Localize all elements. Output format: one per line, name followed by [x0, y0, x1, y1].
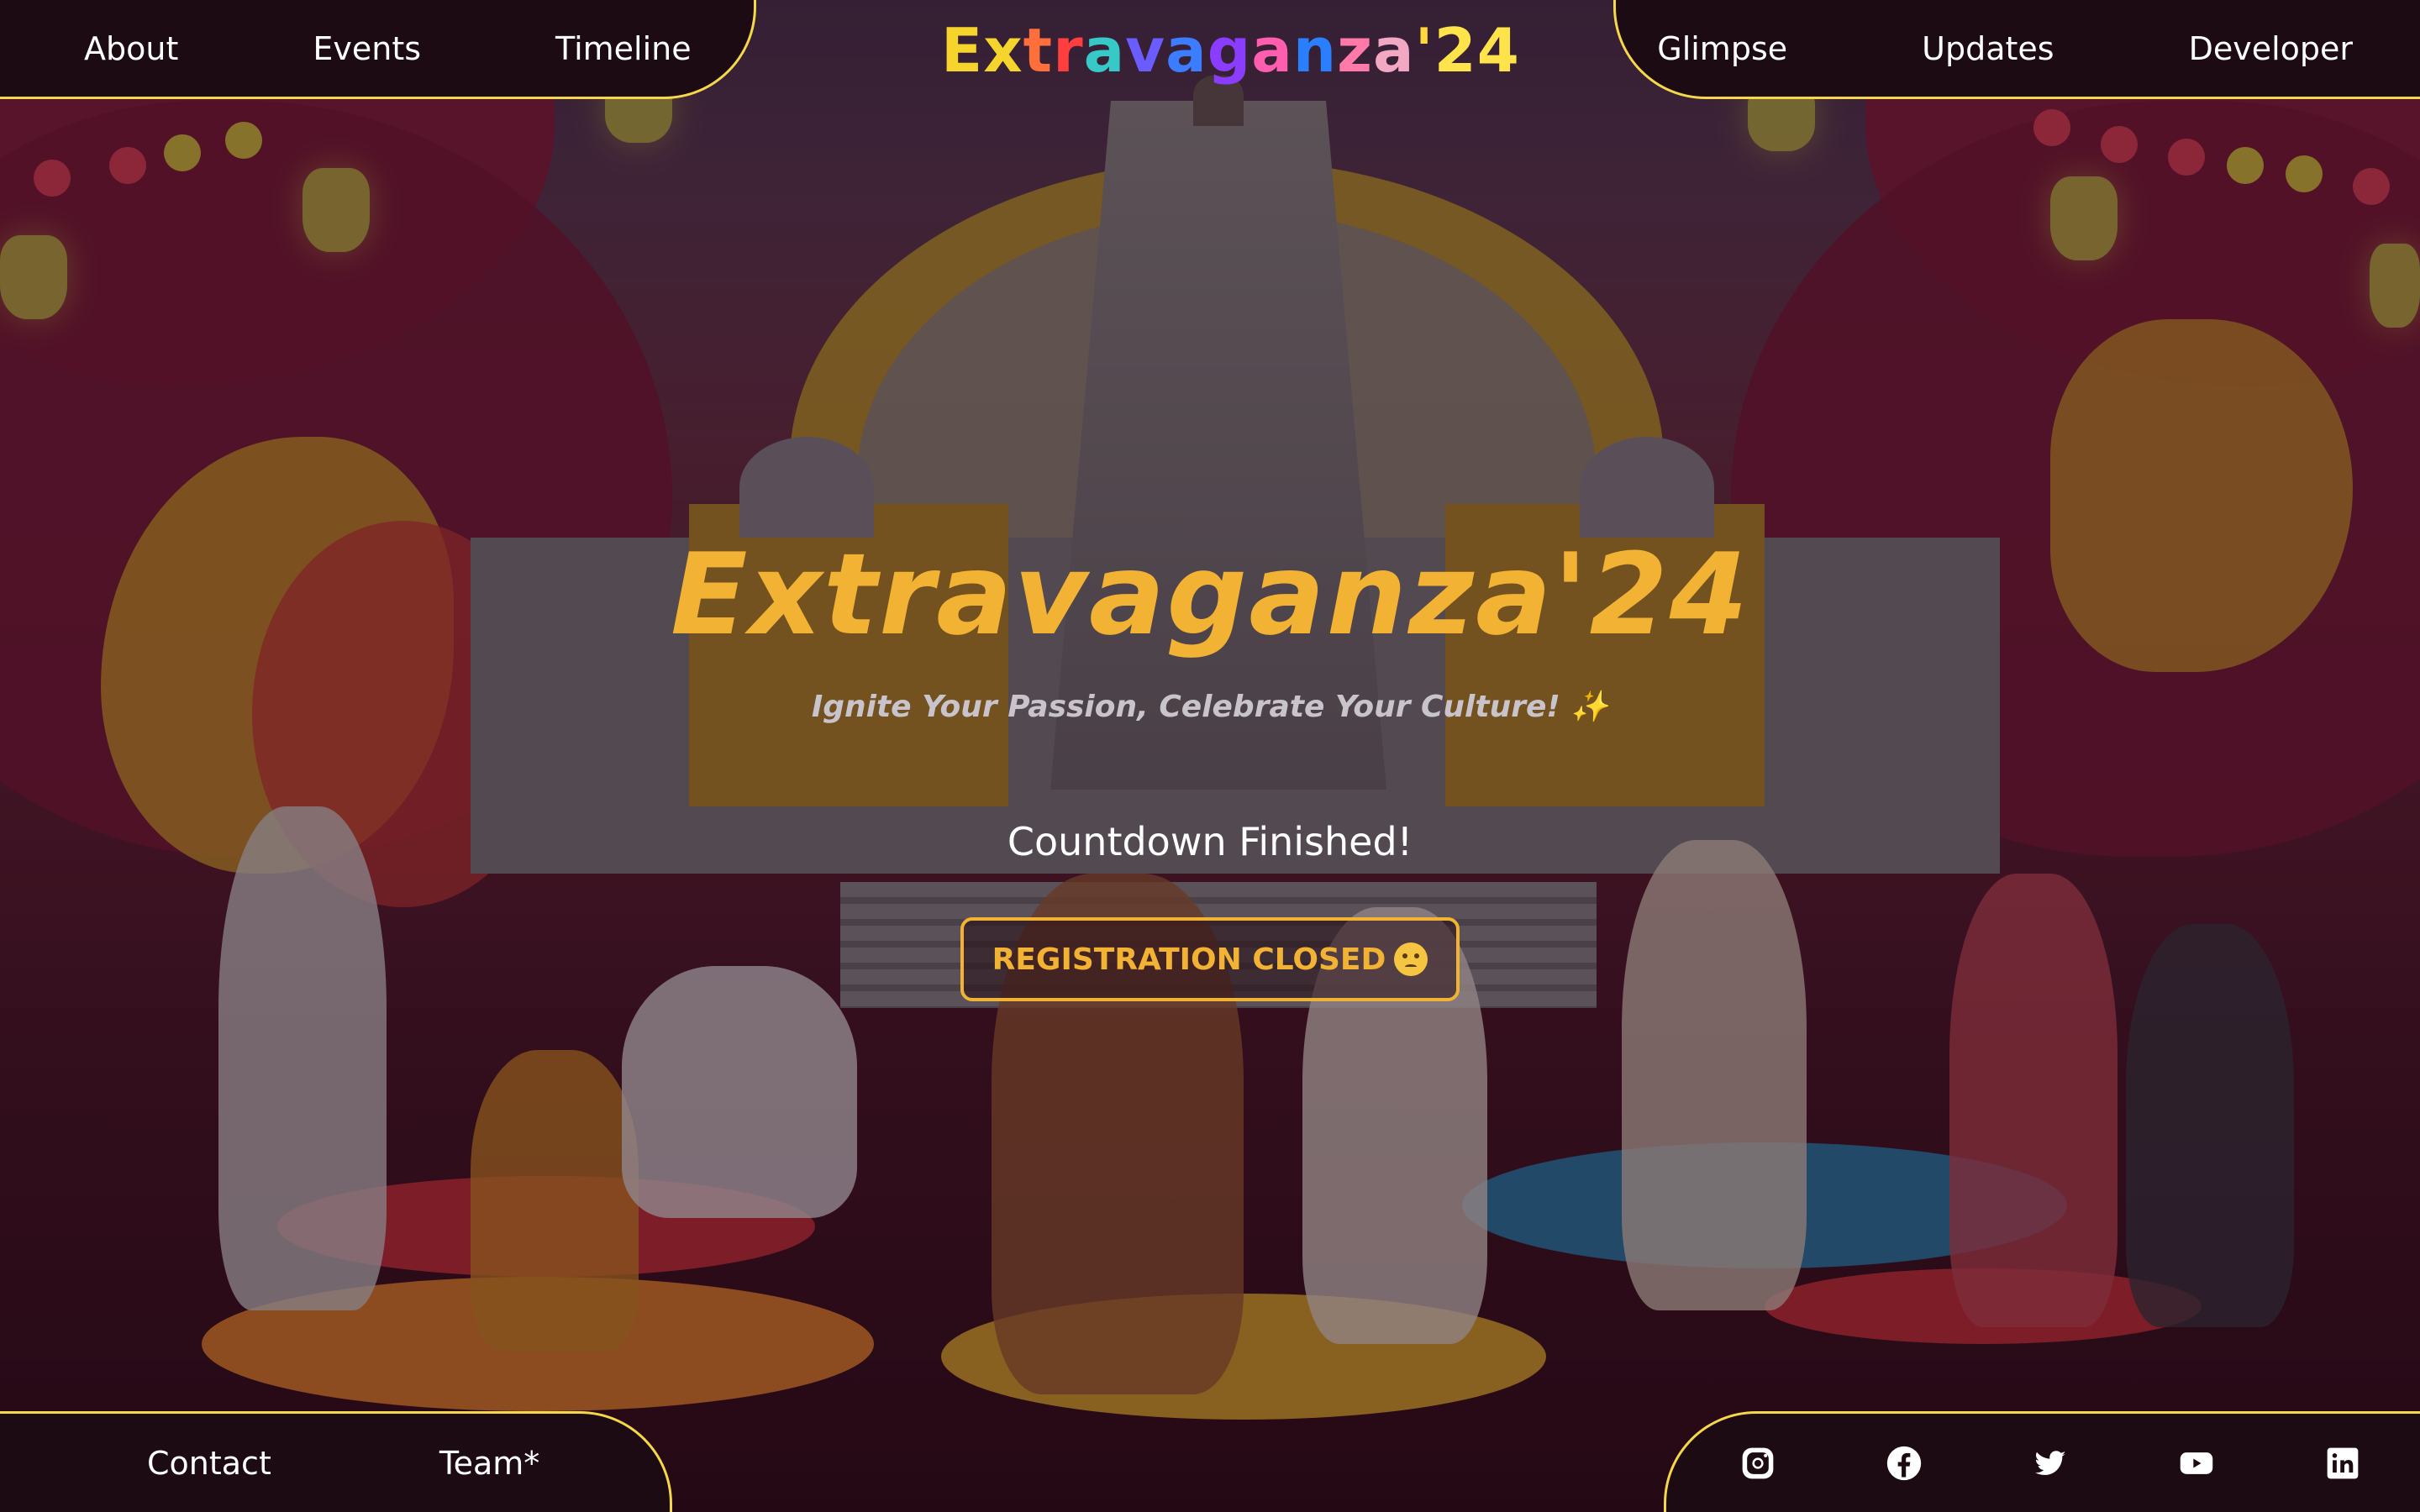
facebook-icon[interactable]: [1886, 1445, 1923, 1482]
brand-letter: a: [1373, 15, 1415, 86]
brand-letter: t: [1023, 15, 1054, 86]
brand-letter: g: [1207, 15, 1252, 86]
nav-top-right: Glimpse Updates Developer: [1613, 0, 2420, 99]
countdown-status: Countdown Finished!: [1007, 819, 1413, 864]
nav-top-left: About Events Timeline: [0, 0, 756, 99]
brand-letter: n: [1292, 15, 1338, 86]
hero-background: [0, 0, 2420, 1512]
brand-letter: a: [1083, 15, 1126, 86]
brand-letter: v: [1125, 15, 1166, 86]
brand-letter: E: [941, 15, 984, 86]
brand-letter: a: [1251, 15, 1293, 86]
social-links: [1664, 1411, 2420, 1512]
hero-subtitle: Ignite Your Passion, Celebrate Your Cult…: [811, 690, 1609, 724]
brand-letter: a: [1165, 15, 1207, 86]
nav-link-contact[interactable]: Contact: [147, 1445, 271, 1482]
nav-link-events[interactable]: Events: [313, 30, 421, 67]
brand-letter: 4: [1476, 15, 1520, 86]
nav-link-glimpse[interactable]: Glimpse: [1657, 30, 1787, 67]
bg-overlay: [0, 0, 2420, 1512]
nav-link-updates[interactable]: Updates: [1922, 30, 2054, 67]
brand-logo[interactable]: Ex t r a v a g a n z a ' 2 4: [941, 15, 1520, 86]
nav-bottom-left: Contact Team*: [0, 1411, 672, 1512]
linkedin-icon[interactable]: [2324, 1445, 2361, 1482]
nav-link-timeline[interactable]: Timeline: [555, 30, 692, 67]
registration-button[interactable]: REGISTRATION CLOSED: [960, 917, 1460, 1001]
nav-link-team[interactable]: Team*: [439, 1445, 539, 1482]
hero-title: Extravaganza'24: [671, 529, 1749, 660]
brand-letter: r: [1053, 15, 1084, 86]
brand-letter: ': [1414, 15, 1434, 86]
twitter-icon[interactable]: [2032, 1445, 2069, 1482]
instagram-icon[interactable]: [1739, 1445, 1776, 1482]
brand-letter: z: [1337, 15, 1374, 86]
brand-letter: x: [983, 15, 1023, 86]
crying-face-icon: [1394, 942, 1428, 976]
brand-letter: 2: [1434, 15, 1477, 86]
nav-link-developer[interactable]: Developer: [2189, 30, 2353, 67]
youtube-icon[interactable]: [2178, 1445, 2215, 1482]
registration-label: REGISTRATION CLOSED: [992, 942, 1386, 977]
nav-link-about[interactable]: About: [84, 30, 178, 67]
